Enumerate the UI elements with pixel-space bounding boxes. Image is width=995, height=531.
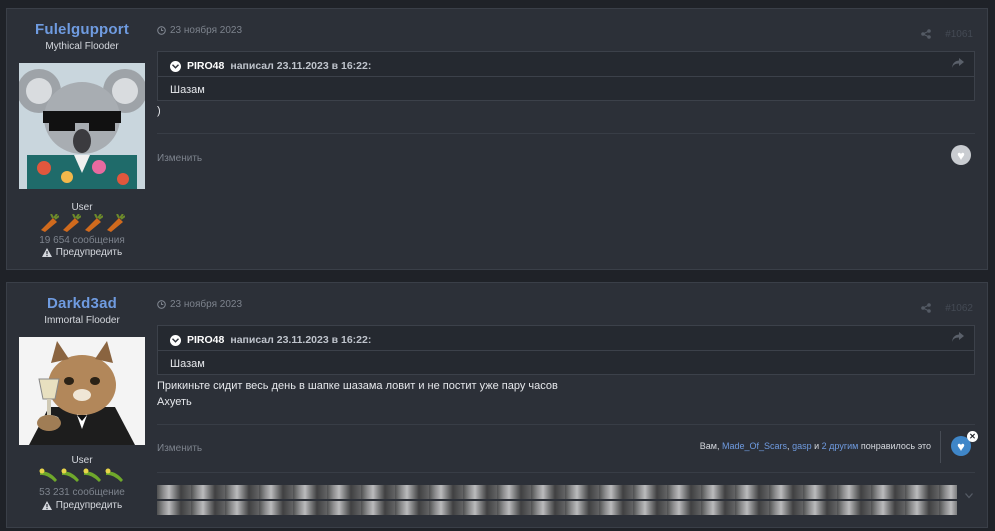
- carrot-badge-icon: [107, 214, 125, 232]
- post-meta: 23 ноября 2023: [157, 25, 242, 36]
- post-number[interactable]: #1061: [945, 29, 973, 40]
- edit-link[interactable]: Изменить: [157, 153, 202, 164]
- quote-block: PIRO48 написал 23.11.2023 в 16:22: Шазам: [157, 51, 975, 101]
- reaction-user-link[interactable]: gasp: [792, 441, 812, 451]
- like-button[interactable]: ♥: [951, 145, 971, 165]
- reactions-comma: ,: [787, 441, 790, 451]
- quote-text: Шазам: [170, 358, 205, 370]
- warning-icon: [41, 248, 52, 257]
- quote-wrote: написал 23.11.2023 в 16:22:: [230, 334, 372, 346]
- clock-icon: [157, 300, 166, 309]
- quote-text: Шазам: [170, 84, 205, 96]
- author-name[interactable]: Darkd3ad: [7, 295, 157, 312]
- author-title: Immortal Flooder: [44, 315, 120, 326]
- rank-badges: [7, 214, 157, 232]
- post-body: Прикиньте сидит весь день в шапке шазама…: [157, 378, 558, 410]
- reaction-others-link[interactable]: 2 другим: [822, 441, 859, 451]
- post-content: 23 ноября 2023 #1061 PIRO48 написал 23.1…: [157, 9, 987, 269]
- member-group: User: [71, 202, 93, 213]
- quote-divider: [158, 76, 974, 77]
- post-count[interactable]: 19 654 сообщения: [7, 235, 157, 246]
- reaction-user-link[interactable]: Made_Of_Scars: [722, 441, 787, 451]
- post-line: Ахуеть: [157, 396, 192, 408]
- divider: [157, 472, 975, 473]
- post-meta: 23 ноября 2023: [157, 299, 242, 310]
- warn-link[interactable]: Предупредить: [7, 247, 157, 258]
- warning-icon: [41, 501, 52, 510]
- author-title: Mythical Flooder: [45, 41, 119, 52]
- cucumber-badge-icon: [39, 468, 57, 482]
- reactions-and: и: [814, 441, 820, 451]
- post-body: ): [157, 103, 161, 119]
- rank-badges: [7, 466, 157, 484]
- quote-wrote: написал 23.11.2023 в 16:22:: [230, 60, 372, 72]
- cucumber-badge-icon: [83, 468, 101, 482]
- post-line: Прикиньте сидит весь день в шапке шазама…: [157, 380, 558, 392]
- cucumber-badge-icon: [105, 468, 123, 482]
- remove-reaction-icon[interactable]: ✕: [967, 431, 978, 442]
- divider: [157, 133, 975, 134]
- quote-header: PIRO48 написал 23.11.2023 в 16:22:: [170, 334, 371, 346]
- warn-link[interactable]: Предупредить: [7, 500, 157, 511]
- clock-icon: [157, 26, 166, 35]
- author-panel: Darkd3ad Immortal Flooder User 53 231 со…: [7, 283, 157, 527]
- reply-arrow-icon[interactable]: [952, 58, 964, 68]
- carrot-badge-icon: [85, 214, 103, 232]
- reply-arrow-icon[interactable]: [952, 332, 964, 342]
- quote-block: PIRO48 написал 23.11.2023 в 16:22: Шазам: [157, 325, 975, 375]
- share-icon[interactable]: [921, 29, 931, 39]
- post-line: ): [157, 105, 161, 117]
- chevron-down-icon[interactable]: [170, 60, 181, 72]
- quote-header: PIRO48 написал 23.11.2023 в 16:22:: [170, 60, 371, 72]
- reaction-separator: [940, 431, 941, 463]
- quote-author[interactable]: PIRO48: [187, 60, 224, 72]
- post-1062: Darkd3ad Immortal Flooder User 53 231 со…: [6, 282, 988, 528]
- warn-label: Предупредить: [55, 247, 123, 258]
- chevron-down-icon[interactable]: [965, 493, 973, 499]
- post-count[interactable]: 53 231 сообщение: [7, 487, 157, 498]
- avatar[interactable]: [19, 337, 145, 445]
- post-1061: Fulelgupport Mythical Flooder User 19 65…: [6, 8, 988, 270]
- post-number[interactable]: #1062: [945, 303, 973, 314]
- chevron-down-icon[interactable]: [170, 334, 181, 346]
- author-panel: Fulelgupport Mythical Flooder User 19 65…: [7, 9, 157, 269]
- avatar[interactable]: [19, 63, 145, 189]
- edit-link[interactable]: Изменить: [157, 443, 202, 454]
- member-group: User: [71, 455, 93, 466]
- post-date[interactable]: 23 ноября 2023: [170, 299, 242, 310]
- reactions-summary: Вам, Made_Of_Scars, gasp и 2 другим понр…: [700, 441, 931, 451]
- share-icon[interactable]: [921, 303, 931, 313]
- post-content: 23 ноября 2023 #1062 PIRO48 написал 23.1…: [157, 283, 987, 527]
- heart-icon: ♥: [957, 147, 965, 163]
- reactions-suffix: понравилось это: [860, 441, 931, 451]
- quote-author[interactable]: PIRO48: [187, 334, 224, 346]
- quote-divider: [158, 350, 974, 351]
- cucumber-badge-icon: [61, 468, 79, 482]
- author-name[interactable]: Fulelgupport: [7, 21, 157, 38]
- warn-label: Предупредить: [55, 500, 123, 511]
- divider: [157, 424, 975, 425]
- post-date[interactable]: 23 ноября 2023: [170, 25, 242, 36]
- carrot-badge-icon: [41, 214, 59, 232]
- signature-image: [157, 485, 957, 515]
- heart-icon: ♥: [957, 438, 965, 454]
- reactions-prefix: Вам,: [699, 441, 720, 451]
- carrot-badge-icon: [63, 214, 81, 232]
